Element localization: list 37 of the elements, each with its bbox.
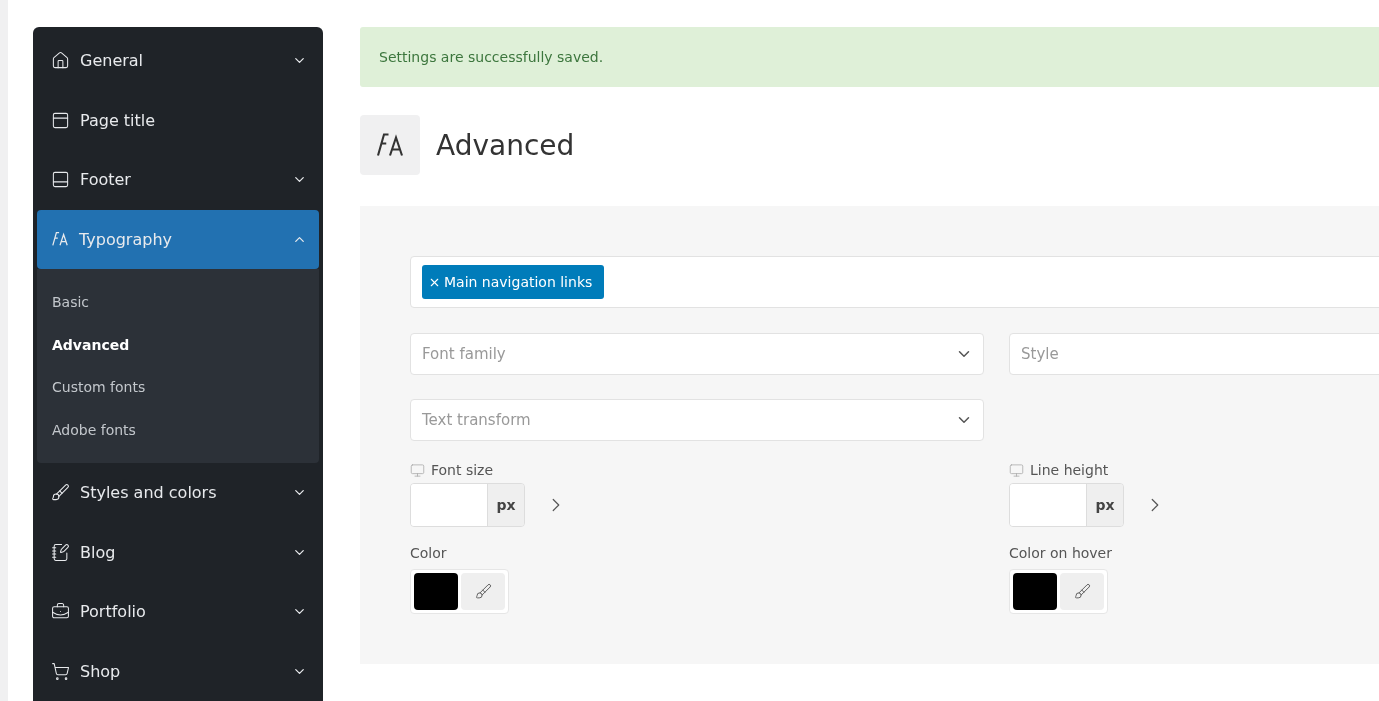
monitor-icon [1009,462,1024,478]
eyedropper-button[interactable] [461,573,505,610]
sidebar-item[interactable]: Blog [37,522,319,582]
number-field[interactable]: px [1009,483,1124,527]
submenu-item[interactable]: Custom fonts [37,366,319,409]
color-swatch[interactable] [414,573,458,610]
submenu-item[interactable]: Basic [37,281,319,324]
submenu-item[interactable]: Advanced [37,323,319,366]
success-notice: Settings are successfully saved. [360,27,1379,87]
field-label: Color on hover [1009,545,1113,561]
field-label: Font size [431,462,494,478]
color-swatch[interactable] [1013,573,1057,610]
field-label: Line height [1030,462,1109,478]
tag-chip[interactable]: Main navigation links [422,265,605,299]
sidebar-item[interactable]: Footer [37,150,319,210]
page-title: Advanced [436,128,575,162]
brush-icon [474,583,492,600]
menu-item-icon [51,170,70,190]
menu-item-icon [51,483,70,503]
sidebar-item[interactable]: General [37,31,319,91]
tag-label: Main navigation links [444,274,593,290]
field-label: Color [410,545,448,561]
sidebar-item[interactable]: Typography [37,209,319,269]
sidebar-item[interactable]: Styles and colors [37,463,319,523]
brush-icon [1073,583,1091,600]
sidebar-item[interactable]: Portfolio [37,582,319,642]
sidebar-item[interactable]: Page title [37,90,319,150]
menu-item-icon [51,542,70,562]
menu-item-icon [51,110,70,130]
submenu-item[interactable]: Adobe fonts [37,408,319,451]
sidebar-item[interactable]: Shop [37,641,319,701]
eyedropper-button[interactable] [1060,573,1104,610]
monitor-icon [410,462,425,478]
menu-item-icon [51,51,70,71]
number-field[interactable]: px [410,483,525,527]
menu-item-icon [51,661,70,681]
tag-field[interactable]: Main navigation links [410,256,1379,308]
